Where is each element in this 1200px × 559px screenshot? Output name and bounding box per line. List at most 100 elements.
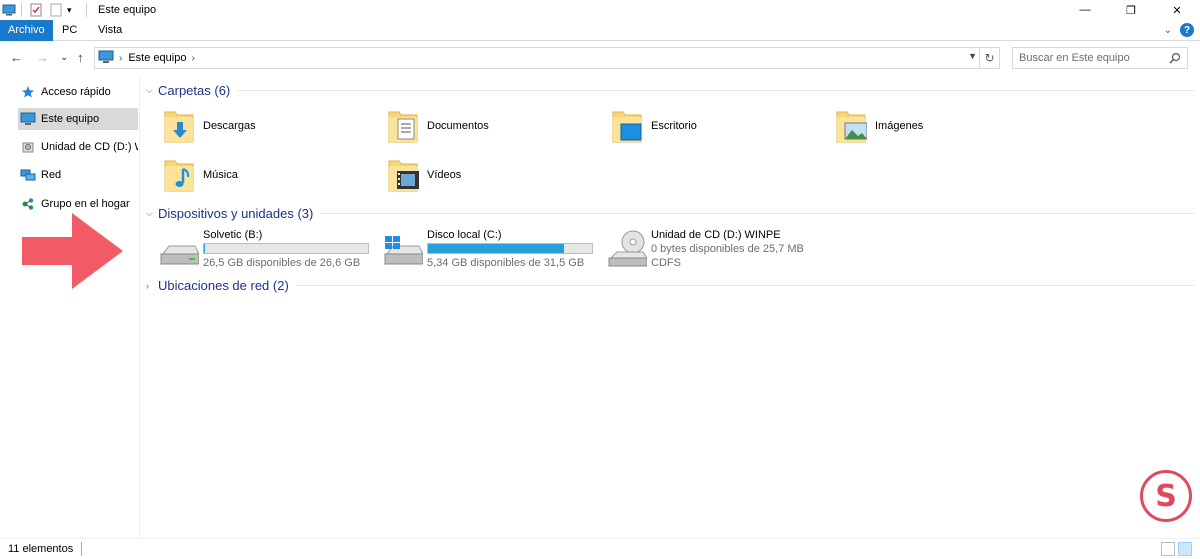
sidebar-item-label: Red — [41, 169, 62, 181]
navigation-pane: Acceso rápido Este equipo Unidad de CD (… — [0, 75, 140, 538]
folder-item-escritorio[interactable]: Escritorio — [611, 106, 697, 146]
divider — [296, 285, 1194, 286]
search-placeholder: Buscar en Este equipo — [1019, 52, 1130, 64]
back-button[interactable]: ← — [10, 50, 23, 65]
breadcrumb-separator[interactable]: › — [191, 53, 194, 64]
drive-free-space: 5,34 GB disponibles de 31,5 GB — [427, 257, 585, 269]
item-count: 11 elementos — [8, 543, 74, 555]
music-folder-icon — [163, 157, 195, 193]
separator — [21, 3, 22, 17]
pictures-folder-icon — [835, 108, 868, 144]
watermark-logo: S — [1140, 470, 1192, 522]
forward-button[interactable]: → — [36, 50, 49, 65]
folder-label: Imágenes — [875, 120, 924, 132]
videos-folder-icon — [387, 157, 419, 193]
folder-item-imagenes[interactable]: Imágenes — [835, 106, 923, 146]
drive-free-space: 0 bytes disponibles de 25,7 MB — [651, 243, 804, 255]
drive-name: Disco local (C:) — [427, 229, 502, 241]
sidebar-item-label: Unidad de CD (D:) WI — [41, 141, 138, 153]
folder-label: Música — [203, 169, 238, 181]
folder-label: Descargas — [203, 120, 256, 132]
drive-usage-bar — [203, 243, 369, 254]
drive-free-space: 26,5 GB disponibles de 26,6 GB — [203, 257, 361, 269]
folder-item-videos[interactable]: Vídeos — [387, 155, 461, 195]
sidebar-item-unidad-cd[interactable]: Unidad de CD (D:) WI — [18, 136, 138, 158]
divider — [321, 213, 1194, 214]
drive-usage-fill — [428, 244, 565, 253]
documents-folder-icon — [387, 108, 419, 144]
desktop-folder-icon — [611, 108, 643, 144]
star-icon — [20, 84, 36, 100]
refresh-button[interactable]: ↻ — [979, 48, 999, 68]
tab-vista[interactable]: Vista — [90, 20, 130, 41]
details-view-icon[interactable] — [1161, 542, 1175, 556]
computer-icon — [98, 50, 114, 67]
drive-item-solvetic[interactable]: Solvetic (B:) 26,5 GB disponibles de 26,… — [159, 228, 369, 270]
windows-drive-icon — [383, 228, 424, 268]
divider — [238, 90, 1194, 91]
group-header-dispositivos[interactable]: ⌵ Dispositivos y unidades (3) — [146, 206, 1194, 221]
group-title: Dispositivos y unidades (3) — [158, 206, 314, 221]
group-title: Ubicaciones de red (2) — [158, 278, 289, 293]
sidebar-item-label: Este equipo — [41, 113, 100, 125]
folder-item-documentos[interactable]: Documentos — [387, 106, 489, 146]
minimize-button[interactable]: — — [1062, 0, 1108, 20]
sidebar-item-acceso-rapido[interactable]: Acceso rápido — [18, 81, 138, 103]
window-controls: — ❐ ✕ — [1062, 0, 1200, 20]
address-dropdown-icon[interactable]: ▼ — [968, 51, 977, 61]
group-header-carpetas[interactable]: ⌵ Carpetas (6) — [146, 83, 1194, 98]
homegroup-icon — [20, 196, 36, 212]
sidebar-item-este-equipo[interactable]: Este equipo — [18, 108, 138, 130]
folder-item-musica[interactable]: Música — [163, 155, 238, 195]
breadcrumb-este-equipo[interactable]: Este equipo — [128, 52, 186, 64]
breadcrumb-separator[interactable]: › — [119, 53, 122, 64]
cd-drive-icon — [607, 228, 648, 268]
address-bar[interactable]: › Este equipo › ▼ ↻ — [94, 47, 1000, 69]
sidebar-item-red[interactable]: Red — [18, 164, 138, 186]
title-bar: ▾ Este equipo — ❐ ✕ — [0, 0, 1200, 20]
drive-name: Unidad de CD (D:) WINPE — [651, 229, 781, 241]
large-icons-view-icon[interactable] — [1178, 542, 1192, 556]
separator — [86, 3, 87, 17]
drive-filesystem: CDFS — [651, 257, 681, 269]
new-folder-icon[interactable] — [49, 3, 63, 17]
network-icon — [20, 167, 36, 183]
computer-icon — [20, 111, 36, 127]
folder-label: Escritorio — [651, 120, 697, 132]
recent-locations-button[interactable]: ⌄ — [60, 52, 68, 63]
divider — [81, 542, 82, 556]
properties-icon[interactable] — [29, 3, 43, 17]
search-icon[interactable] — [1169, 52, 1181, 67]
downloads-folder-icon — [163, 108, 195, 144]
help-icon[interactable]: ? — [1180, 23, 1194, 37]
ribbon-tabs: Archivo PC Vista ⌄ ? — [0, 20, 1200, 41]
group-header-ubicaciones-red[interactable]: › Ubicaciones de red (2) — [146, 278, 1194, 293]
drive-name: Solvetic (B:) — [203, 229, 263, 241]
drive-item-unidad-cd[interactable]: Unidad de CD (D:) WINPE 0 bytes disponib… — [607, 228, 804, 270]
drive-usage-fill — [204, 244, 205, 253]
customize-toolbar-icon[interactable]: ▾ — [67, 3, 81, 17]
expand-chevron-icon[interactable]: › — [146, 281, 158, 291]
tab-pc[interactable]: PC — [54, 20, 85, 41]
close-button[interactable]: ✕ — [1154, 0, 1200, 20]
search-input[interactable]: Buscar en Este equipo — [1012, 47, 1188, 69]
folder-item-descargas[interactable]: Descargas — [163, 106, 256, 146]
group-title: Carpetas (6) — [158, 83, 231, 98]
collapse-chevron-icon[interactable]: ⌵ — [146, 208, 158, 219]
sidebar-item-label: Acceso rápido — [41, 86, 111, 98]
expand-ribbon-icon[interactable]: ⌄ — [1164, 25, 1172, 36]
cd-drive-icon — [20, 139, 36, 155]
collapse-chevron-icon[interactable]: ⌵ — [146, 85, 158, 96]
file-list: ⌵ Carpetas (6) Descargas Documentos Escr… — [141, 75, 1200, 538]
up-button[interactable]: ↑ — [77, 50, 84, 65]
status-bar: 11 elementos — [0, 538, 1200, 559]
annotation-arrow-icon — [22, 213, 124, 292]
sidebar-item-label: Grupo en el hogar — [41, 198, 130, 210]
computer-icon — [2, 3, 16, 17]
drive-usage-bar — [427, 243, 593, 254]
tab-archivo[interactable]: Archivo — [0, 20, 53, 41]
sidebar-item-grupo-hogar[interactable]: Grupo en el hogar — [18, 193, 138, 215]
restore-button[interactable]: ❐ — [1108, 0, 1154, 20]
folder-label: Documentos — [427, 120, 489, 132]
drive-item-disco-local[interactable]: Disco local (C:) 5,34 GB disponibles de … — [383, 228, 593, 270]
